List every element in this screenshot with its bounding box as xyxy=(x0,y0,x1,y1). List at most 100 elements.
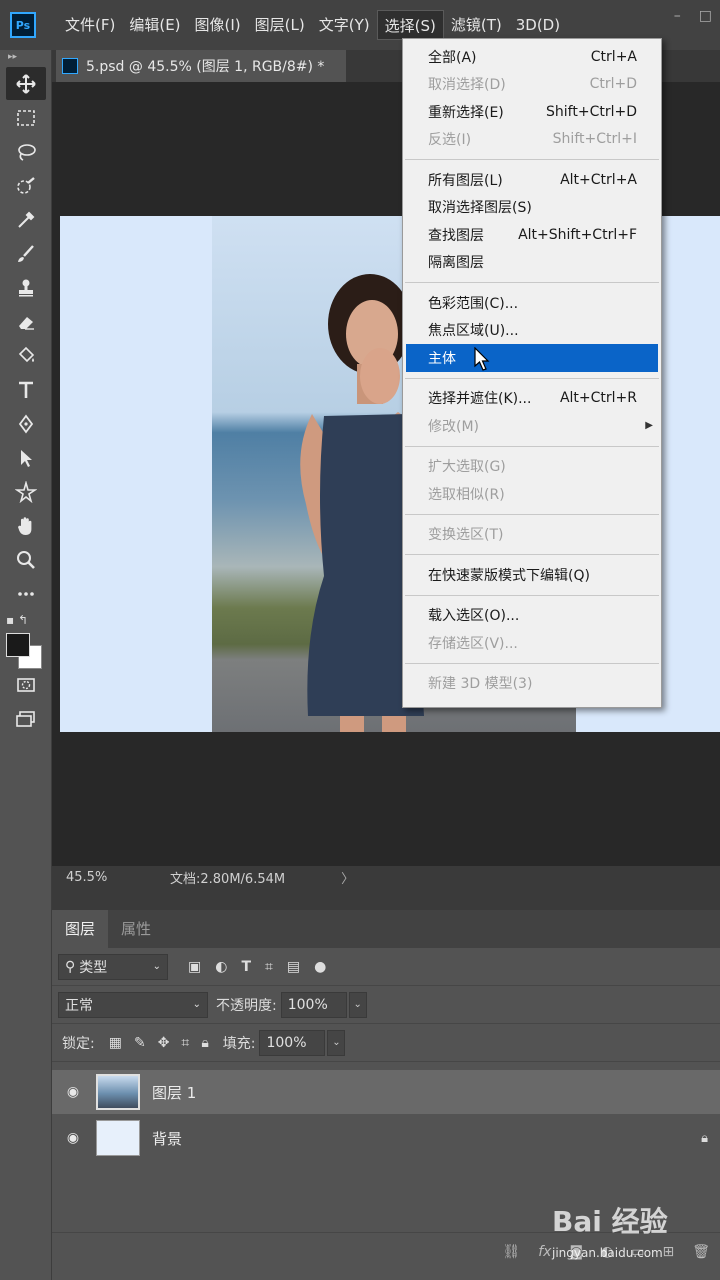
select-menu-item[interactable]: 修改(M) ▶ xyxy=(403,412,661,440)
menu-filter[interactable]: 滤镜(T) xyxy=(444,10,509,40)
filter-toggle-icon[interactable]: ● xyxy=(314,959,326,975)
eye-icon[interactable]: ◉ xyxy=(52,1130,94,1146)
maximize-button[interactable]: □ xyxy=(699,8,712,24)
menu-3d[interactable]: 3D(D) xyxy=(509,10,567,40)
menu-select[interactable]: 选择(S) xyxy=(376,10,444,40)
more-tools-icon[interactable] xyxy=(6,577,46,610)
zoom-level[interactable]: 45.5% xyxy=(52,870,112,885)
select-menu-item[interactable]: 色彩范围(C)... xyxy=(403,289,661,317)
screen-mode-icon[interactable] xyxy=(6,702,46,735)
select-menu-item[interactable]: 扩大选取(G) xyxy=(403,453,661,481)
select-menu-item[interactable]: 变换选区(T) xyxy=(403,521,661,549)
panel-tabs: 图层 属性 xyxy=(52,910,720,948)
menu-separator xyxy=(405,554,659,555)
select-menu-item[interactable]: 在快速蒙版模式下编辑(Q) xyxy=(403,561,661,589)
select-menu-item[interactable]: 全部(A) Ctrl+A xyxy=(403,43,661,71)
type-tool-icon[interactable] xyxy=(6,373,46,406)
tab-properties[interactable]: 属性 xyxy=(108,910,164,948)
custom-shape-tool-icon[interactable] xyxy=(6,475,46,508)
fill-dropdown-icon[interactable]: ⌄ xyxy=(327,1029,346,1056)
psd-file-icon xyxy=(62,58,78,74)
menu-item-shortcut: Shift+Ctrl+I xyxy=(552,131,637,148)
lock-image-icon[interactable]: ✎ xyxy=(134,1035,146,1051)
path-selection-tool-icon[interactable] xyxy=(6,441,46,474)
select-menu-item[interactable]: 取消选择图层(S) xyxy=(403,194,661,222)
eyedropper-tool-icon[interactable] xyxy=(6,203,46,236)
select-menu-item[interactable]: 取消选择(D) Ctrl+D xyxy=(403,71,661,99)
quick-selection-tool-icon[interactable] xyxy=(6,169,46,202)
select-menu-item[interactable]: 载入选区(O)... xyxy=(403,602,661,630)
select-menu-item[interactable]: 选取相似(R) xyxy=(403,480,661,508)
fx-button[interactable]: fx xyxy=(538,1244,551,1260)
menu-item-label: 修改(M) xyxy=(428,418,480,435)
select-menu-item[interactable]: 反选(I) Shift+Ctrl+I xyxy=(403,126,661,154)
select-menu-item[interactable]: 所有图层(L) Alt+Ctrl+A xyxy=(403,166,661,194)
adjustment-filter-icon[interactable]: ◐ xyxy=(215,959,227,975)
layer-row-layer1[interactable]: ◉ 图层 1 xyxy=(52,1070,720,1114)
select-menu-item[interactable]: 重新选择(E) Shift+Ctrl+D xyxy=(403,98,661,126)
opacity-dropdown-icon[interactable]: ⌄ xyxy=(348,991,367,1018)
swap-colors-icon[interactable]: ▪ ↰ xyxy=(6,613,28,627)
menu-item-shortcut: Ctrl+A xyxy=(590,48,637,65)
menu-separator xyxy=(405,513,659,515)
layer-filter-row: ⚲ 类型 ⌄ ▣ ◐ T ⌗ ▤ ● xyxy=(52,948,720,986)
select-menu-item[interactable]: 新建 3D 模型(3) xyxy=(403,670,661,698)
new-layer-icon[interactable]: ⊞ xyxy=(662,1244,674,1260)
zoom-tool-icon[interactable] xyxy=(6,543,46,576)
status-expand-icon[interactable]: 〉 xyxy=(341,868,354,887)
chevron-down-icon: ⌄ xyxy=(192,999,201,1010)
trash-icon[interactable]: 🗑︎ xyxy=(692,1244,710,1260)
menu-item-label: 选取相似(R) xyxy=(428,486,505,503)
select-menu-item[interactable]: 查找图层 Alt+Shift+Ctrl+F xyxy=(403,221,661,249)
pixel-filter-icon[interactable]: ▣ xyxy=(188,959,201,975)
fill-label: 填充: xyxy=(222,1035,256,1052)
pen-tool-icon[interactable] xyxy=(6,407,46,440)
select-menu-item[interactable]: 存储选区(V)... xyxy=(403,629,661,657)
baidu-watermark-url: jingyan.baidu.com xyxy=(552,1246,663,1260)
lock-position-icon[interactable]: ✥ xyxy=(158,1035,170,1051)
menu-separator xyxy=(405,662,659,664)
foreground-color-swatch[interactable] xyxy=(6,633,30,657)
menu-item-label: 所有图层(L) xyxy=(428,172,503,189)
select-menu-dropdown: 全部(A) Ctrl+A 取消选择(D) Ctrl+D 重新选择(E) Shift+Ctr… xyxy=(402,38,662,708)
minimize-button[interactable]: – xyxy=(674,8,681,24)
lasso-tool-icon[interactable] xyxy=(6,135,46,168)
move-tool-icon[interactable] xyxy=(6,67,46,100)
menu-layer[interactable]: 图层(L) xyxy=(248,10,312,40)
marquee-tool-icon[interactable] xyxy=(6,101,46,134)
select-menu-item[interactable]: 主体 xyxy=(406,344,658,372)
document-tab[interactable]: 5.psd @ 45.5% (图层 1, RGB/8#) * xyxy=(56,50,346,82)
quick-mask-icon[interactable] xyxy=(6,668,46,701)
smart-object-filter-icon[interactable]: ▤ xyxy=(287,959,300,975)
eraser-tool-icon[interactable] xyxy=(6,305,46,338)
fill-input[interactable]: 100% xyxy=(259,1029,326,1056)
blend-mode-select[interactable]: 正常 ⌄ xyxy=(58,991,208,1018)
blend-mode-value: 正常 xyxy=(65,997,93,1014)
lock-icon: 🔒︎ xyxy=(701,1130,708,1146)
lock-all-icon[interactable]: 🔒︎ xyxy=(201,1035,208,1051)
menu-item-label: 取消选择(D) xyxy=(428,77,506,94)
paint-bucket-tool-icon[interactable] xyxy=(6,339,46,372)
menu-image[interactable]: 图像(I) xyxy=(188,10,248,40)
opacity-input[interactable]: 100% xyxy=(280,991,347,1018)
select-menu-item[interactable]: 焦点区域(U)... xyxy=(403,317,661,345)
menu-file[interactable]: 文件(F) xyxy=(58,10,122,40)
shape-filter-icon[interactable]: ⌗ xyxy=(265,959,273,975)
select-menu-item[interactable]: 选择并遮住(K)... Alt+Ctrl+R xyxy=(403,385,661,413)
menu-type[interactable]: 文字(Y) xyxy=(312,10,377,40)
lock-artboard-icon[interactable]: ⌗ xyxy=(181,1035,189,1051)
eye-icon[interactable]: ◉ xyxy=(52,1084,94,1100)
type-filter-icon[interactable]: T xyxy=(241,959,251,975)
brush-tool-icon[interactable] xyxy=(6,237,46,270)
layer-filter-select[interactable]: ⚲ 类型 ⌄ xyxy=(58,953,168,980)
menu-separator xyxy=(405,159,659,160)
hand-tool-icon[interactable] xyxy=(6,509,46,542)
collapse-icon[interactable]: ▸▸ xyxy=(0,50,51,66)
lock-transparent-icon[interactable]: ▦ xyxy=(109,1035,122,1051)
stamp-tool-icon[interactable] xyxy=(6,271,46,304)
layer-row-background[interactable]: ◉ 背景 🔒︎ xyxy=(52,1116,720,1160)
select-menu-item[interactable]: 隔离图层 xyxy=(403,249,661,277)
link-layers-icon[interactable]: ⛓ xyxy=(502,1244,520,1260)
menu-edit[interactable]: 编辑(E) xyxy=(122,10,187,40)
tab-layers[interactable]: 图层 xyxy=(52,910,109,948)
